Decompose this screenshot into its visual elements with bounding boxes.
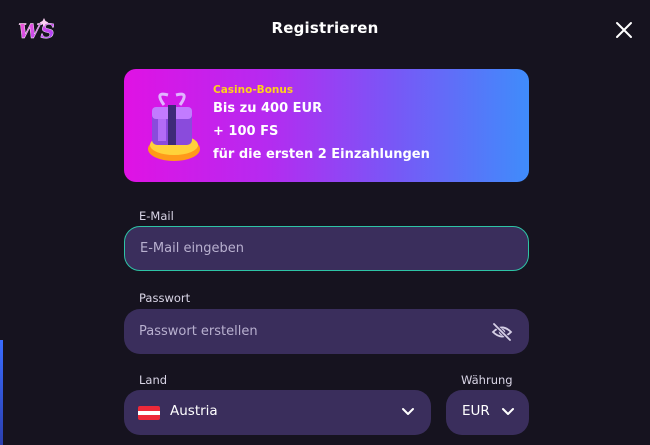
bonus-banner: Casino-Bonus Bis zu 400 EUR + 100 FS für… — [124, 69, 529, 182]
currency-select[interactable]: EUR — [446, 390, 529, 435]
registration-modal: WS Registrieren Casino-Bonus Bis zu 400 … — [0, 0, 650, 445]
country-label: Land — [139, 373, 168, 387]
austria-flag-icon — [138, 406, 160, 420]
currency-value: EUR — [462, 403, 490, 419]
eye-slash-icon[interactable] — [491, 322, 513, 342]
close-icon[interactable] — [612, 18, 636, 42]
email-input[interactable] — [125, 241, 528, 256]
password-field[interactable] — [124, 309, 529, 354]
password-input[interactable] — [124, 324, 529, 339]
gift-box-icon — [148, 92, 200, 161]
currency-label: Währung — [461, 373, 513, 387]
bonus-line-1: Bis zu 400 EUR — [213, 101, 323, 116]
bonus-tag: Casino-Bonus — [213, 84, 294, 96]
email-label: E-Mail — [139, 209, 174, 223]
chevron-down-icon — [402, 408, 414, 415]
bonus-line-2: + 100 FS — [213, 124, 279, 139]
chevron-down-icon — [502, 408, 514, 415]
email-field[interactable] — [124, 226, 529, 271]
background-edge — [0, 340, 3, 445]
password-label: Passwort — [139, 291, 191, 305]
bonus-line-3: für die ersten 2 Einzahlungen — [213, 147, 430, 162]
country-value: Austria — [170, 403, 218, 419]
page-title: Registrieren — [271, 19, 379, 37]
country-select[interactable]: Austria — [124, 390, 431, 435]
